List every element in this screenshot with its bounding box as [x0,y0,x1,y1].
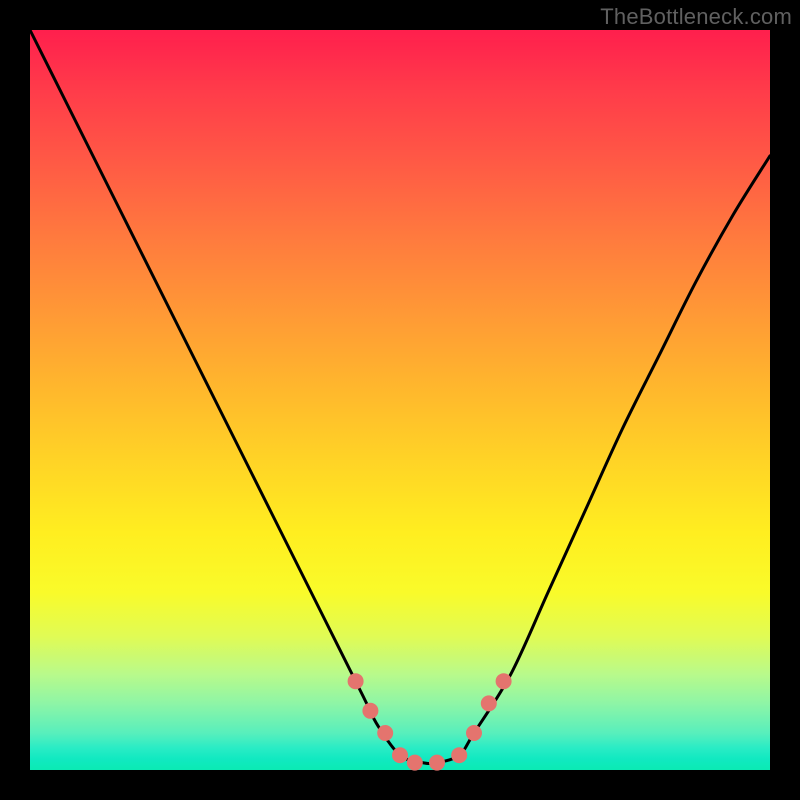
plot-area [30,30,770,770]
curve-marker [496,673,512,689]
curve-marker [481,695,497,711]
watermark-text: TheBottleneck.com [600,4,792,30]
curve-marker [377,725,393,741]
curve-marker [429,755,445,771]
curve-marker [466,725,482,741]
chart-frame: TheBottleneck.com [0,0,800,800]
curve-markers [348,673,512,770]
curve-marker [362,703,378,719]
curve-marker [451,747,467,763]
curve-marker [407,755,423,771]
curve-marker [392,747,408,763]
curve-svg [30,30,770,770]
curve-marker [348,673,364,689]
bottleneck-curve [30,30,770,764]
